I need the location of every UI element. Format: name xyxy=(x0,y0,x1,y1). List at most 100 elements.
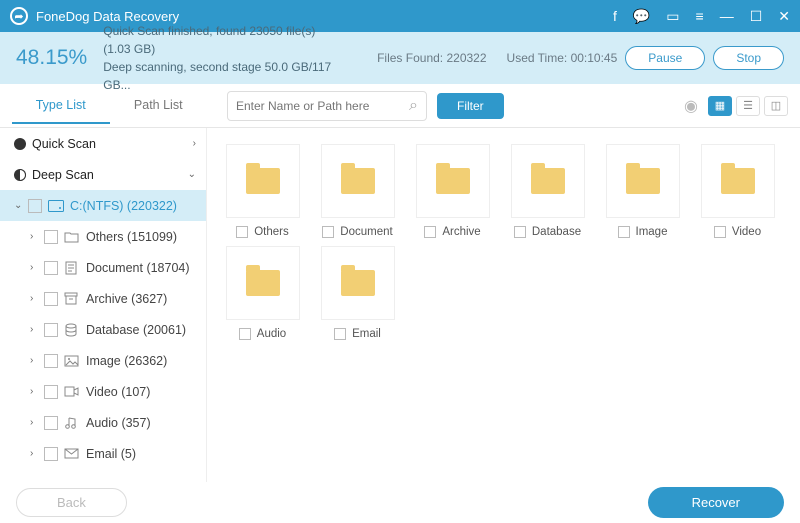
pause-button[interactable]: Pause xyxy=(625,46,705,70)
facebook-icon[interactable]: f xyxy=(613,8,617,24)
sidebar-item-video[interactable]: › Video (107) xyxy=(0,376,206,407)
checkbox[interactable] xyxy=(44,230,58,244)
grid-item-email[interactable]: Email xyxy=(312,246,403,340)
titlebar-controls: f 💬 ▭ ≡ — ☐ ✕ xyxy=(613,8,790,25)
view-grid-icon[interactable]: ▦ xyxy=(708,96,732,116)
checkbox[interactable] xyxy=(618,226,630,238)
grid-label: Database xyxy=(532,226,581,238)
grid-label: Video xyxy=(732,226,761,238)
grid-item-database[interactable]: Database xyxy=(502,144,593,238)
grid-label: Others xyxy=(254,226,289,238)
tab-type-list[interactable]: Type List xyxy=(12,88,110,124)
drive-label: C:(NTFS) (220322) xyxy=(70,199,177,213)
image-icon xyxy=(64,355,82,367)
files-found-label: Files Found: xyxy=(377,51,443,65)
folder-icon xyxy=(226,246,300,320)
register-icon[interactable]: ▭ xyxy=(666,8,679,25)
list-tabs: Type List Path List xyxy=(12,88,207,124)
sidebar-drive[interactable]: ⌄ C:(NTFS) (220322) xyxy=(0,190,206,221)
folder-icon xyxy=(321,144,395,218)
checkbox[interactable] xyxy=(236,226,248,238)
chevron-right-icon[interactable]: › xyxy=(30,355,44,366)
view-detail-icon[interactable]: ◫ xyxy=(764,96,788,116)
email-icon xyxy=(64,448,82,459)
sidebar-item-archive[interactable]: ›Archive (3627) xyxy=(0,283,206,314)
checkbox[interactable] xyxy=(322,226,334,238)
grid-label: Image xyxy=(636,226,668,238)
tab-path-list[interactable]: Path List xyxy=(110,88,208,124)
sidebar-item-audio[interactable]: ›Audio (357) xyxy=(0,407,206,438)
search-icon[interactable]: ⌕ xyxy=(409,97,418,115)
sidebar-item-document[interactable]: › Document (18704) xyxy=(0,252,206,283)
folder-icon xyxy=(226,144,300,218)
grid-label: Document xyxy=(340,226,392,238)
chevron-down-icon[interactable]: ⌄ xyxy=(14,200,28,211)
view-list-icon[interactable]: ☰ xyxy=(736,96,760,116)
video-icon xyxy=(64,386,82,397)
checkbox[interactable] xyxy=(44,354,58,368)
checkbox[interactable] xyxy=(334,328,346,340)
audio-icon xyxy=(64,416,82,430)
item-label: Video (107) xyxy=(86,385,150,399)
checkbox[interactable] xyxy=(424,226,436,238)
checkbox[interactable] xyxy=(44,385,58,399)
grid-container: Others Document Archive Database Image V… xyxy=(217,144,790,340)
sidebar-item-image[interactable]: ›Image (26362) xyxy=(0,345,206,376)
stop-button[interactable]: Stop xyxy=(713,46,784,70)
chevron-right-icon[interactable]: › xyxy=(30,293,44,304)
checkbox[interactable] xyxy=(239,328,251,340)
sidebar-item-email[interactable]: ›Email (5) xyxy=(0,438,206,469)
menu-icon[interactable]: ≡ xyxy=(696,8,704,24)
grid-item-image[interactable]: Image xyxy=(597,144,688,238)
clock-full-icon xyxy=(14,138,26,150)
toolbar: Type List Path List ⌕ Filter ◉ ▦ ☰ ◫ xyxy=(0,84,800,128)
grid-item-document[interactable]: Document xyxy=(312,144,403,238)
feedback-icon[interactable]: 💬 xyxy=(633,8,650,25)
grid-item-audio[interactable]: Audio xyxy=(217,246,308,340)
grid-item-archive[interactable]: Archive xyxy=(407,144,498,238)
filter-button[interactable]: Filter xyxy=(437,93,504,119)
folder-icon xyxy=(701,144,775,218)
sidebar-item-database[interactable]: ›Database (20061) xyxy=(0,314,206,345)
app-logo-icon: ➦ xyxy=(10,7,28,25)
checkbox[interactable] xyxy=(44,292,58,306)
files-found-value: 220322 xyxy=(446,51,486,65)
folder-icon xyxy=(606,144,680,218)
preview-icon[interactable]: ◉ xyxy=(684,96,698,116)
checkbox[interactable] xyxy=(714,226,726,238)
quick-scan-label: Quick Scan xyxy=(32,137,96,151)
checkbox[interactable] xyxy=(44,416,58,430)
grid-item-video[interactable]: Video xyxy=(692,144,783,238)
back-button[interactable]: Back xyxy=(16,488,127,517)
search-input[interactable] xyxy=(236,99,409,113)
chevron-right-icon[interactable]: › xyxy=(30,231,44,242)
chevron-right-icon[interactable]: › xyxy=(30,386,44,397)
sidebar-deep-scan[interactable]: Deep Scan ⌄ xyxy=(0,159,206,190)
checkbox[interactable] xyxy=(514,226,526,238)
recover-button[interactable]: Recover xyxy=(648,487,784,518)
chevron-right-icon: › xyxy=(193,138,196,149)
sidebar-item-others[interactable]: ›Others (151099) xyxy=(0,221,206,252)
chevron-right-icon[interactable]: › xyxy=(30,324,44,335)
item-label: Document (18704) xyxy=(86,261,190,275)
grid-label: Email xyxy=(352,328,381,340)
deep-scan-label: Deep Scan xyxy=(32,168,94,182)
grid-item-others[interactable]: Others xyxy=(217,144,308,238)
folder-icon xyxy=(64,231,82,243)
scan-status-bar: 48.15% Quick Scan finished, found 23050 … xyxy=(0,32,800,84)
chevron-right-icon[interactable]: › xyxy=(30,262,44,273)
checkbox[interactable] xyxy=(44,447,58,461)
checkbox[interactable] xyxy=(44,323,58,337)
sidebar-quick-scan[interactable]: Quick Scan › xyxy=(0,128,206,159)
chevron-right-icon[interactable]: › xyxy=(30,417,44,428)
main-area: Quick Scan › Deep Scan ⌄ ⌄ C:(NTFS) (220… xyxy=(0,128,800,482)
database-icon xyxy=(64,323,82,337)
search-box[interactable]: ⌕ xyxy=(227,91,427,121)
close-icon[interactable]: ✕ xyxy=(778,8,790,25)
chevron-right-icon[interactable]: › xyxy=(30,448,44,459)
maximize-icon[interactable]: ☐ xyxy=(750,8,763,25)
checkbox[interactable] xyxy=(44,261,58,275)
checkbox[interactable] xyxy=(28,199,42,213)
folder-icon xyxy=(511,144,585,218)
minimize-icon[interactable]: — xyxy=(720,8,734,24)
